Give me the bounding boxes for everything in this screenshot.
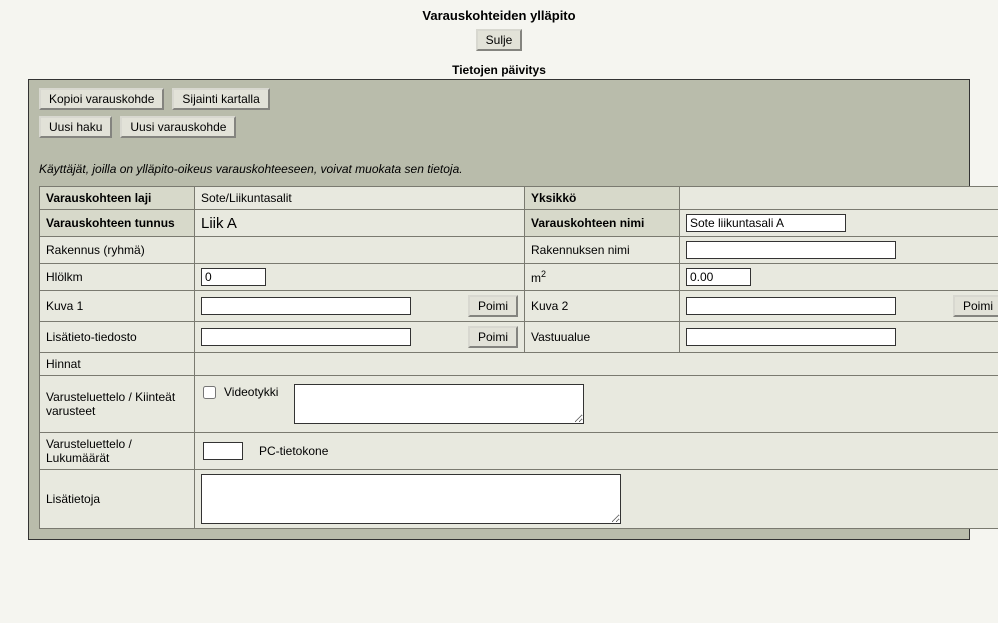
video-projector-label: Videotykki [224,385,278,399]
person-count-cell [195,264,525,291]
toolbar-row-2: Uusi haku Uusi varauskohde [39,116,959,138]
equip-fixed-textarea[interactable] [294,384,584,424]
responsibility-input[interactable] [686,328,896,346]
image2-pick-button[interactable]: Poimi [953,295,998,317]
type-value: Sote/Liikuntasalit [195,187,525,210]
m2-cell [680,264,998,291]
name-input[interactable] [686,214,846,232]
image1-cell: Poimi [195,291,525,322]
additional-label: Lisätietoja [40,470,195,529]
id-value: Liik A [195,210,525,237]
close-button-row: Sulje [0,29,998,59]
image2-cell: Poimi [680,291,998,322]
new-search-button[interactable]: Uusi haku [39,116,112,138]
equip-count-label: Varusteluettelo / Lukumäärät [40,433,195,470]
page-title: Varauskohteiden ylläpito [0,0,998,29]
building-name-cell [680,237,998,264]
id-label: Varauskohteen tunnus [40,210,195,237]
building-name-input[interactable] [686,241,896,259]
prices-label: Hinnat [40,353,195,376]
building-name-label: Rakennuksen nimi [525,237,680,264]
help-text: Käyttäjät, joilla on ylläpito-oikeus var… [39,162,959,176]
unit-value [680,187,998,210]
prices-cell [195,353,998,376]
name-cell [680,210,998,237]
additional-cell [195,470,998,529]
unit-label: Yksikkö [525,187,680,210]
type-label: Varauskohteen laji [40,187,195,210]
toolbar-row-1: Kopioi varauskohde Sijainti kartalla [39,88,959,110]
pc-computer-label: PC-tietokone [259,444,328,458]
info-file-label: Lisätieto-tiedosto [40,322,195,353]
new-target-button[interactable]: Uusi varauskohde [120,116,236,138]
responsibility-cell [680,322,998,353]
info-file-input[interactable] [201,328,411,346]
m2-input[interactable] [686,268,751,286]
video-projector-checkbox[interactable] [203,386,216,399]
pc-count-input[interactable] [203,442,243,460]
equip-fixed-cell: Videotykki [195,376,998,433]
equip-count-cell: PC-tietokone [195,433,998,470]
building-group-label: Rakennus (ryhmä) [40,237,195,264]
image2-label: Kuva 2 [525,291,680,322]
main-panel: Kopioi varauskohde Sijainti kartalla Uus… [28,79,970,540]
image1-pick-button[interactable]: Poimi [468,295,518,317]
person-count-input[interactable] [201,268,266,286]
additional-textarea[interactable] [201,474,621,524]
m2-label: m2 [525,264,680,291]
copy-button[interactable]: Kopioi varauskohde [39,88,164,110]
responsibility-label: Vastuualue [525,322,680,353]
image1-label: Kuva 1 [40,291,195,322]
building-group-value [195,237,525,264]
map-button[interactable]: Sijainti kartalla [172,88,269,110]
info-file-pick-button[interactable]: Poimi [468,326,518,348]
person-count-label: Hlölkm [40,264,195,291]
image1-input[interactable] [201,297,411,315]
section-title: Tietojen päivitys [0,59,998,79]
name-label: Varauskohteen nimi [525,210,680,237]
close-button[interactable]: Sulje [476,29,523,51]
image2-input[interactable] [686,297,896,315]
form-table: Varauskohteen laji Sote/Liikuntasalit Yk… [39,186,998,529]
info-file-cell: Poimi [195,322,525,353]
equip-fixed-label: Varusteluettelo / Kiinteät varusteet [40,376,195,433]
